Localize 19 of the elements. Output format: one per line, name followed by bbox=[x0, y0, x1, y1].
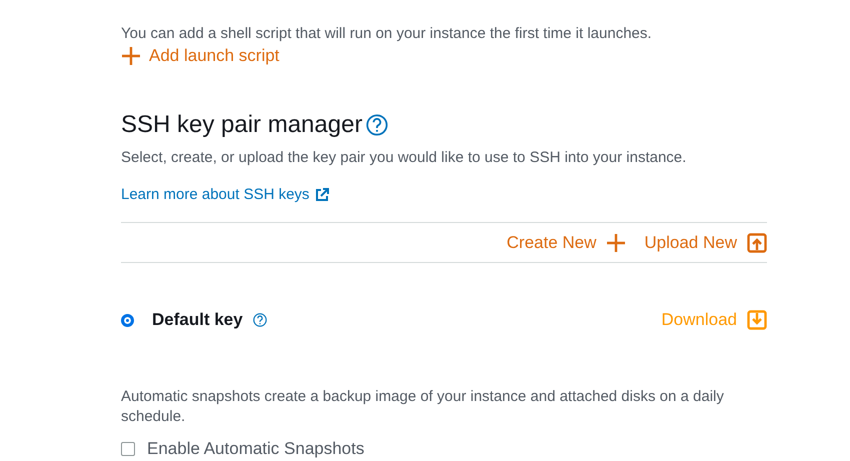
download-icon bbox=[747, 310, 767, 330]
create-new-button[interactable]: Create New bbox=[506, 232, 626, 252]
upload-icon bbox=[747, 232, 767, 252]
upload-new-button[interactable]: Upload New bbox=[644, 232, 767, 252]
help-icon[interactable] bbox=[366, 114, 388, 136]
add-launch-script-link[interactable]: Add launch script bbox=[121, 45, 767, 67]
plus-icon bbox=[121, 46, 141, 66]
key-name: Default key bbox=[152, 310, 243, 330]
snapshots-checkbox[interactable]: Enable Automatic Snapshots bbox=[121, 439, 767, 459]
help-icon[interactable] bbox=[252, 313, 267, 327]
ssh-description: Select, create, or upload the key pair you would like to use to SSH into your instance. bbox=[121, 148, 688, 168]
snapshots-description: Automatic snapshots create a backup image of your instance and attached disks on a daily schedule. bbox=[121, 387, 725, 427]
radio-button[interactable] bbox=[121, 314, 134, 326]
launch-script-description: You can add a shell script that will run on your instance the first time it launches. bbox=[121, 24, 653, 44]
learn-more-link[interactable]: Learn more about SSH keys bbox=[121, 186, 330, 203]
section-title: SSH key pair manager bbox=[121, 110, 362, 140]
download-button[interactable]: Download bbox=[661, 310, 767, 330]
plus-icon bbox=[606, 232, 626, 252]
external-link-icon bbox=[315, 188, 330, 202]
